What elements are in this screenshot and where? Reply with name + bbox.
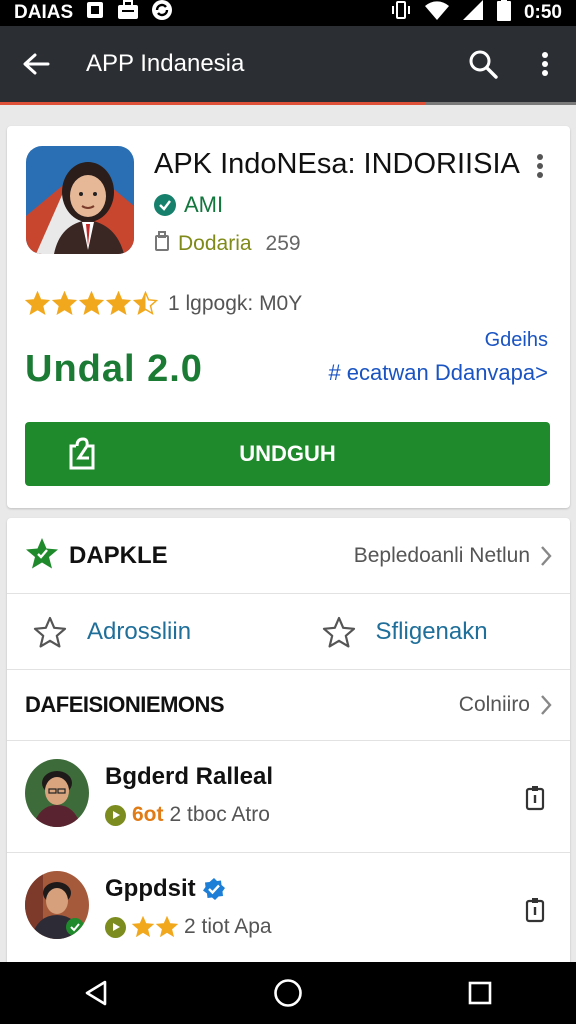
price-label: Undal 2.0 bbox=[25, 348, 203, 390]
clipboard-icon bbox=[525, 898, 545, 923]
tab-first[interactable]: Adrossliin bbox=[7, 594, 282, 669]
list-item-meta: 2 tiot Apa bbox=[105, 915, 272, 939]
details-link[interactable]: Gdeihs bbox=[485, 329, 548, 352]
carrier-label: DAIAS bbox=[14, 2, 74, 23]
star-icon bbox=[132, 916, 154, 938]
rating-stars bbox=[25, 291, 158, 316]
square-recents-icon bbox=[468, 981, 492, 1005]
arrow-left-icon bbox=[23, 53, 50, 75]
star-icon bbox=[106, 291, 131, 316]
star-icon bbox=[79, 291, 104, 316]
chevron-right-icon bbox=[541, 695, 552, 715]
install-item-button[interactable] bbox=[523, 783, 547, 813]
section2-title: DAFEISIONIEMONS bbox=[25, 692, 225, 717]
sync-icon bbox=[151, 0, 173, 27]
clock: 0:50 bbox=[523, 2, 562, 23]
install-item-button[interactable] bbox=[523, 895, 547, 925]
triangle-back-icon bbox=[85, 980, 107, 1006]
load-progress-fill bbox=[0, 102, 427, 105]
section-more[interactable]: Bepledoanli Netlun bbox=[354, 544, 552, 568]
list-item[interactable]: Bgderd Ralleal 6ot 2 tboc Atro bbox=[7, 741, 570, 853]
tabs-row: Adrossliin Sfligenakn bbox=[7, 594, 570, 669]
more-vert-icon bbox=[537, 154, 543, 178]
verified-icon bbox=[202, 878, 225, 900]
app-title: APK IndoNEsa: INDORIISIA bbox=[154, 148, 520, 180]
details-card: DAPKLE Bepledoanli Netlun Adrossliin Sfl… bbox=[7, 518, 570, 962]
tab-second[interactable]: Sfligenakn bbox=[282, 594, 571, 669]
developer-link[interactable]: # ecatwan Ddanvapa> bbox=[328, 360, 548, 386]
nav-recents-button[interactable] bbox=[440, 962, 520, 1024]
app-bar-title: APP Indanesia bbox=[86, 50, 245, 77]
tab-second-label: Sfligenakn bbox=[375, 617, 488, 645]
back-button[interactable] bbox=[0, 26, 72, 102]
category-count: 259 bbox=[265, 232, 301, 255]
sd-card-icon bbox=[85, 0, 105, 26]
chevron-right-icon bbox=[541, 545, 552, 566]
list-item-meta-text: 2 tiot Apa bbox=[184, 915, 272, 938]
status-left: DAIAS bbox=[14, 0, 173, 27]
star-icon bbox=[156, 916, 178, 938]
tab-first-label: Adrossliin bbox=[87, 617, 192, 645]
section2-more[interactable]: Colniiro bbox=[459, 693, 552, 717]
circle-home-icon bbox=[274, 979, 302, 1007]
rating-text: 1 lgpogk: M0Y bbox=[168, 291, 303, 315]
list-item-meta: 6ot 2 tboc Atro bbox=[105, 803, 270, 827]
vibrate-icon bbox=[390, 0, 412, 27]
star-outline-icon bbox=[322, 616, 355, 647]
install-label: UNDGUH bbox=[239, 441, 336, 466]
avatar bbox=[25, 871, 89, 939]
more-vert-icon bbox=[542, 52, 548, 76]
star-icon bbox=[25, 291, 50, 316]
list-item-name: Gppdsit bbox=[105, 875, 226, 903]
status-right: 0:50 bbox=[390, 0, 562, 28]
verified-badge-icon bbox=[154, 194, 176, 216]
category-label: Dodaria bbox=[178, 232, 252, 255]
section-more-label: Bepledoanli Netlun bbox=[353, 543, 530, 567]
rating-row: 1 lgpogk: M0Y bbox=[25, 291, 302, 316]
search-icon bbox=[469, 50, 498, 79]
card-menu-button[interactable] bbox=[530, 150, 550, 182]
list-item[interactable]: Gppdsit 2 tiot Apa bbox=[7, 853, 570, 965]
overflow-menu-button[interactable] bbox=[514, 26, 576, 102]
avatar bbox=[25, 759, 89, 827]
section2-more-label: Colniiro bbox=[458, 693, 530, 716]
developer-row[interactable]: AMI bbox=[154, 192, 223, 218]
app-card: APK IndoNEsa: INDORIISIA AMI Dodaria 259… bbox=[7, 126, 570, 508]
nav-back-button[interactable] bbox=[56, 962, 136, 1024]
list-item-meta-text: 2 tboc Atro bbox=[169, 803, 270, 826]
wifi-icon bbox=[424, 0, 450, 27]
section-header[interactable]: DAPKLE Bepledoanli Netlun bbox=[7, 518, 570, 593]
play-badge-icon bbox=[105, 804, 126, 826]
battery-icon bbox=[496, 0, 512, 28]
category-icon bbox=[154, 231, 170, 257]
star-icon bbox=[52, 291, 77, 316]
briefcase-icon bbox=[117, 0, 139, 26]
star-icon bbox=[133, 291, 158, 316]
star-badge-icon bbox=[25, 537, 59, 574]
install-button[interactable]: UNDGUH bbox=[25, 422, 550, 486]
list-item-accent: 6ot bbox=[132, 803, 164, 826]
star-outline-icon bbox=[33, 616, 67, 647]
nav-home-button[interactable] bbox=[248, 962, 328, 1024]
play-badge-icon bbox=[105, 916, 126, 938]
load-progress bbox=[0, 102, 576, 105]
app-icon bbox=[26, 146, 134, 254]
signal-icon bbox=[462, 0, 484, 27]
category-row: Dodaria 259 bbox=[154, 231, 301, 257]
system-nav-bar bbox=[0, 962, 576, 1024]
clipboard-icon bbox=[525, 786, 545, 811]
developer-name: AMI bbox=[184, 192, 224, 217]
app-bar: APP Indanesia bbox=[0, 26, 576, 102]
status-bar: DAIAS 0:50 bbox=[0, 0, 576, 26]
section2-header[interactable]: DAFEISIONIEMONS Colniiro bbox=[7, 670, 570, 740]
section-title: DAPKLE bbox=[69, 541, 168, 569]
list-item-stars bbox=[132, 916, 178, 938]
search-button[interactable] bbox=[452, 26, 514, 102]
list-item-name: Bgderd Ralleal bbox=[105, 763, 274, 790]
